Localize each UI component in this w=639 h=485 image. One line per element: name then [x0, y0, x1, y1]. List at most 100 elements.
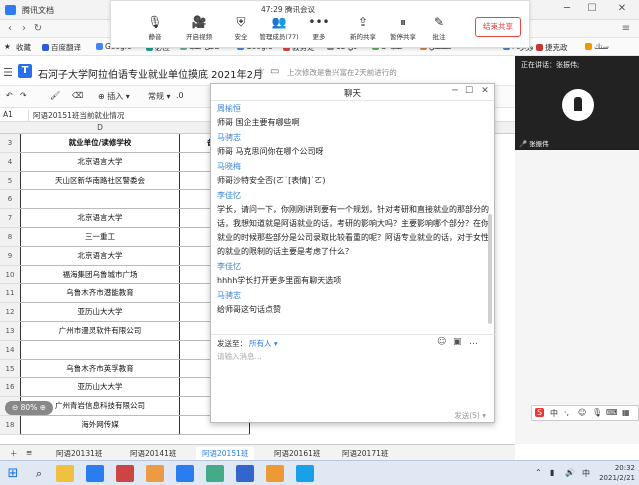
tab-menu-icon[interactable]: ≡ — [620, 23, 632, 34]
row-number[interactable]: 10 — [0, 265, 20, 285]
table-cell[interactable]: 海外网传媒 — [20, 415, 180, 434]
number-format-dropdown[interactable]: 常规 ▾ — [148, 91, 171, 102]
ime-mode-icon[interactable]: 中 — [550, 408, 558, 419]
manage-members-button[interactable]: 👥 管理成员(77) — [257, 15, 301, 41]
column-d-header[interactable]: D — [20, 123, 180, 132]
ie-icon[interactable] — [86, 465, 104, 482]
decimal-button[interactable]: .0 — [176, 91, 184, 100]
sheet-tab[interactable]: 阿语20141班 — [124, 447, 182, 460]
table-cell[interactable]: 北京语言大学 — [20, 246, 180, 265]
row-number[interactable]: 11 — [0, 284, 20, 304]
row-number[interactable]: 6 — [0, 190, 20, 210]
row-number[interactable]: 12 — [0, 303, 20, 322]
table-cell[interactable] — [20, 340, 180, 359]
bookmark-item[interactable]: ستك — [585, 42, 609, 51]
folder-icon[interactable]: ▭ — [270, 66, 279, 77]
keyboard-icon[interactable]: ⌨ — [606, 408, 618, 417]
speaker-video[interactable]: 正在讲话：张振伟; 🎤 张振伟 — [515, 56, 639, 150]
table-cell[interactable]: 广州市漫灵软件有限公司 — [20, 321, 180, 340]
end-share-button[interactable]: 结束共享 — [475, 17, 521, 37]
star-icon[interactable]: ☆ — [256, 66, 265, 77]
ime-icon[interactable]: 中 — [582, 468, 590, 479]
image-icon[interactable]: ▣ — [453, 337, 462, 347]
menu-icon[interactable]: ▦ — [622, 408, 630, 417]
table-cell[interactable]: 乌鲁木齐市潜能教育 — [20, 284, 180, 303]
maximize-icon[interactable]: ☐ — [585, 3, 599, 14]
forward-icon[interactable]: › — [18, 23, 30, 34]
row-number[interactable]: 4 — [0, 152, 20, 172]
app-icon[interactable] — [266, 465, 284, 482]
tray-up-icon[interactable]: ⌃ — [535, 468, 542, 477]
sheet-tab[interactable]: 阿语20171班 — [336, 447, 394, 460]
back-icon[interactable]: ‹ — [4, 23, 16, 34]
punctuation-icon[interactable]: ·, — [564, 408, 569, 417]
undo-icon[interactable]: ↶ — [6, 91, 13, 100]
ime-toolbar[interactable]: S 中 ·, ☺ 🎙 ⌨ ▦ — [531, 405, 639, 421]
send-target-dropdown[interactable]: 所有人 ▾ — [249, 338, 278, 349]
table-cell[interactable] — [20, 190, 180, 209]
zoom-indicator[interactable]: ⊖ 80% ⊕ — [5, 401, 53, 415]
close-icon[interactable]: ✕ — [479, 86, 491, 96]
table-cell[interactable]: 亚历山大大学 — [20, 378, 180, 397]
row-number[interactable]: 14 — [0, 340, 20, 360]
row-number[interactable]: 8 — [0, 227, 20, 247]
word-icon[interactable] — [236, 465, 254, 482]
app-icon[interactable] — [116, 465, 134, 482]
more-button[interactable]: ••• 更多 — [297, 15, 341, 41]
insert-menu[interactable]: ⊕ 插入 ▾ — [98, 91, 130, 102]
row-number[interactable]: 3 — [0, 134, 20, 153]
menu-icon[interactable]: ☰ — [3, 66, 13, 79]
emoji-icon[interactable]: ☺ — [578, 408, 586, 417]
table-cell[interactable]: 三一重工 — [20, 227, 180, 246]
cell-reference[interactable]: A1 — [3, 110, 13, 119]
minimize-icon[interactable]: ─ — [560, 3, 574, 14]
table-cell[interactable]: 福海集团乌鲁城市广场 — [20, 265, 180, 284]
video-button[interactable]: 🎥 开启视频 — [177, 15, 221, 41]
bookmark-item[interactable]: 捷克政 — [536, 42, 568, 53]
search-icon[interactable]: ⌕ — [30, 465, 48, 482]
bookmark-star-icon[interactable]: ★ — [4, 42, 11, 51]
row-number[interactable]: 15 — [0, 359, 20, 379]
chat-scrollbar[interactable] — [488, 214, 492, 324]
document-title[interactable]: 石河子大学阿拉伯语专业就业单位摸底 2021年2月 — [38, 66, 263, 81]
table-cell[interactable]: 北京语言大学 — [20, 152, 180, 171]
maximize-icon[interactable]: ☐ — [463, 86, 475, 96]
redo-icon[interactable]: ↷ — [20, 91, 27, 100]
table-cell[interactable]: 天山区新华南路社区警委会 — [20, 171, 180, 190]
mute-button[interactable]: 🎙 静音 — [133, 15, 177, 41]
start-icon[interactable]: ⊞ — [4, 465, 22, 482]
clock[interactable]: 20:32 2021/2/21 — [599, 463, 635, 483]
tencent-docs-taskbar-icon[interactable] — [176, 465, 194, 482]
file-explorer-icon[interactable] — [56, 465, 74, 482]
bookmark-item[interactable]: 收藏 — [16, 42, 31, 53]
formula-content[interactable]: 阿语20151班当前就业情况 — [28, 110, 124, 121]
sheet-list-icon[interactable]: ≡ — [20, 447, 38, 458]
sheet-tab[interactable]: 阿语20161班 — [268, 447, 326, 460]
row-number[interactable]: 5 — [0, 171, 20, 191]
table-cell[interactable]: 乌鲁木齐市英孚教育 — [20, 359, 180, 378]
microphone-icon[interactable]: 🎙 — [592, 408, 602, 417]
send-button[interactable]: 发送(S) ▾ — [454, 410, 486, 421]
tencent-meeting-icon[interactable] — [296, 465, 314, 482]
table-cell[interactable]: 就业单位/读修学校 — [20, 134, 180, 152]
new-share-button[interactable]: ⇪ 新的共享 — [341, 15, 385, 41]
row-number[interactable]: 9 — [0, 246, 20, 266]
table-cell[interactable]: 亚历山大大学 — [20, 303, 180, 321]
chat-input[interactable]: 请输入消息... — [217, 351, 262, 362]
more-icon[interactable]: … — [469, 337, 478, 347]
annotate-button[interactable]: ✎ 批注 — [417, 15, 461, 41]
minimize-icon[interactable]: ─ — [449, 86, 461, 96]
format-painter-icon[interactable]: 🖌 — [50, 91, 60, 100]
row-number[interactable]: 18 — [0, 415, 20, 435]
browser-icon[interactable] — [146, 465, 164, 482]
volume-icon[interactable]: 🔊 — [565, 468, 575, 477]
row-number[interactable]: 7 — [0, 209, 20, 228]
row-number[interactable]: 16 — [0, 378, 20, 398]
bookmark-item[interactable]: 百度翻译 — [42, 42, 81, 53]
network-icon[interactable]: ▮ — [550, 468, 554, 477]
close-icon[interactable]: ✕ — [615, 3, 629, 14]
app-icon[interactable] — [206, 465, 224, 482]
refresh-icon[interactable]: ↻ — [32, 23, 44, 34]
clear-format-icon[interactable]: ⌫ — [72, 91, 83, 100]
sheet-tab[interactable]: 阿语20131班 — [50, 447, 108, 460]
